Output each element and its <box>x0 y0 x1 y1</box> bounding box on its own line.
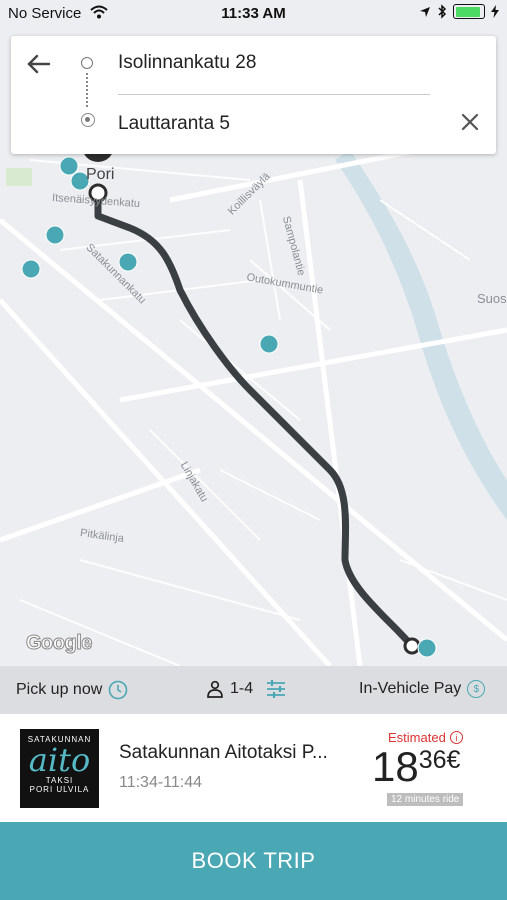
destination-dot-icon <box>81 113 95 127</box>
clear-destination-icon[interactable] <box>461 106 479 138</box>
logo-text: aito <box>28 741 91 779</box>
origin-field[interactable]: Isolinnankatu 28 <box>118 52 256 74</box>
trip-options-bar: Pick up now 1-4 In-Vehicle Pay $ <box>0 666 507 714</box>
person-icon <box>207 680 223 698</box>
map-label-place: Suos <box>477 291 507 306</box>
location-arrow-icon <box>420 6 430 17</box>
filter-sliders-icon <box>267 680 286 698</box>
back-arrow-icon[interactable] <box>27 50 51 81</box>
taxi-company-name: Satakunnan Aitotaksi P... <box>119 742 328 763</box>
passengers-option[interactable]: 1-4 <box>206 680 287 698</box>
battery-icon <box>453 4 485 19</box>
destination-field[interactable]: Lauttaranta 5 <box>118 113 230 135</box>
taxi-company-logo: SATAKUNNAN aito TAKSI PORI ULVILA <box>20 729 99 808</box>
divider <box>118 94 430 95</box>
logo-text: PORI ULVILA <box>29 785 90 794</box>
route-connector <box>86 73 88 107</box>
status-bar: No Service 11:33 AM <box>0 0 507 28</box>
book-trip-button[interactable]: BOOK TRIP <box>0 822 507 900</box>
route-search-card: Isolinnankatu 28 Lauttaranta 5 <box>11 36 496 154</box>
info-icon[interactable]: i <box>449 731 463 744</box>
ride-duration-badge: 12 minutes ride <box>387 793 464 806</box>
clock-icon <box>108 680 128 700</box>
google-attribution-logo: Google <box>26 632 93 655</box>
map-label-pori: Pori <box>86 166 115 183</box>
origin-dot-icon <box>81 57 93 69</box>
price: 1836€ <box>372 746 460 788</box>
price-main: 18 <box>372 743 419 790</box>
charging-icon <box>491 5 499 18</box>
price-cents: 36€ <box>418 746 461 774</box>
pickup-time-window: 11:34-11:44 <box>119 774 203 791</box>
dollar-coin-icon: $ <box>467 680 486 698</box>
passengers-label: 1-4 <box>230 680 254 697</box>
pickup-time-label: Pick up now <box>16 681 103 698</box>
payment-option[interactable]: In-Vehicle Pay $ <box>359 680 486 698</box>
status-icons <box>419 4 499 19</box>
pickup-time-option[interactable]: Pick up now <box>16 680 128 700</box>
payment-label: In-Vehicle Pay <box>359 680 462 697</box>
taxi-result-row[interactable]: SATAKUNNAN aito TAKSI PORI ULVILA Sataku… <box>0 714 507 822</box>
bluetooth-icon <box>438 4 447 19</box>
